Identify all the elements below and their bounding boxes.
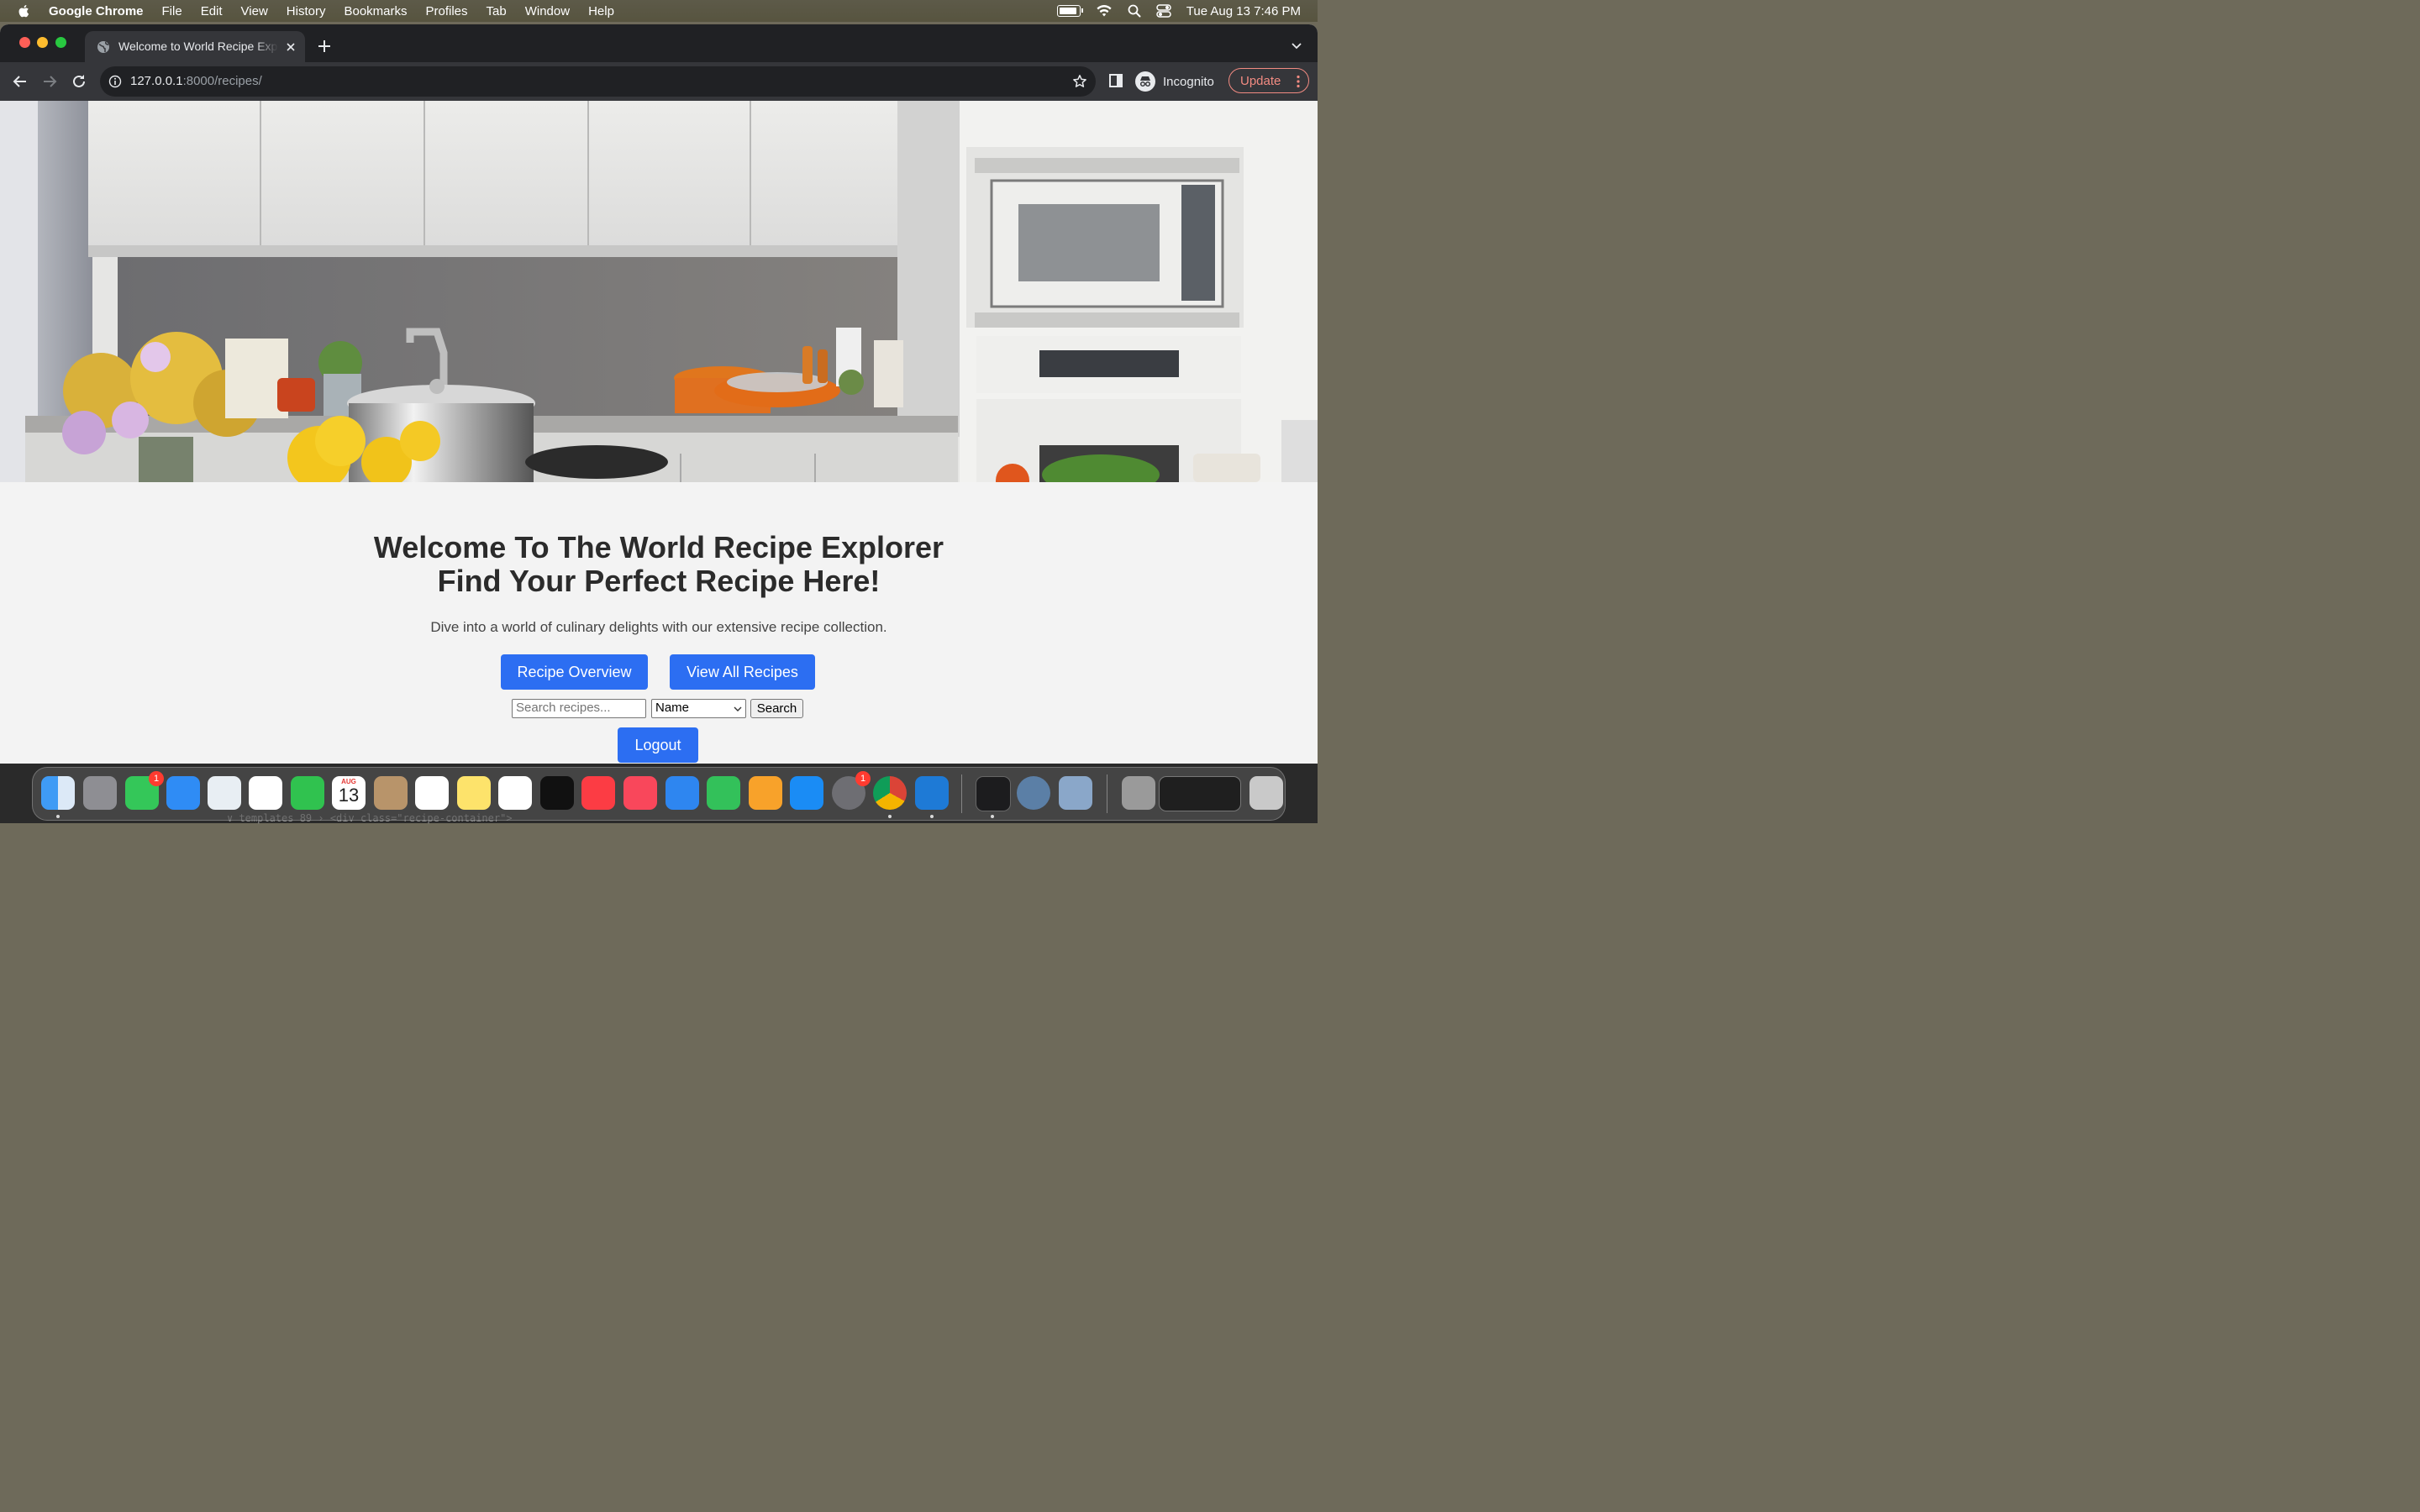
incognito-icon [1135,71,1155,92]
logout-button[interactable]: Logout [618,727,698,763]
tab-title: Welcome to World Recipe Explorer [118,39,278,53]
page-heading: Welcome To The World Recipe Explorer Fin… [0,531,1318,598]
menu-profiles[interactable]: Profiles [426,4,468,18]
menu-bookmarks[interactable]: Bookmarks [344,4,407,18]
incognito-label: Incognito [1163,74,1214,89]
numbers-icon[interactable] [707,776,740,810]
more-options-icon[interactable] [1297,75,1300,88]
finder-icon[interactable] [41,776,75,810]
calendar-day: 13 [338,785,360,806]
heading-line-1: Welcome To The World Recipe Explorer [373,530,944,564]
menu-file[interactable]: File [162,4,182,18]
browser-tab-active[interactable]: Welcome to World Recipe Explorer [85,31,305,62]
menu-window[interactable]: Window [525,4,570,18]
terminal-icon[interactable] [976,776,1011,811]
settings-badge: 1 [855,771,871,786]
keynote-icon[interactable] [666,776,699,810]
menu-view[interactable]: View [241,4,268,18]
back-arrow-icon[interactable] [12,73,29,90]
kitchen-hero-image [0,101,1318,482]
site-info-icon[interactable] [108,75,122,88]
chrome-window: Welcome to World Recipe Explorer [0,24,1318,764]
update-label: Update [1240,73,1281,88]
forward-arrow-icon[interactable] [41,73,58,90]
window-zoom-button[interactable] [55,37,66,48]
preview-icon[interactable] [1059,776,1092,810]
pages-icon[interactable] [749,776,782,810]
quicktime-icon[interactable] [1017,776,1050,810]
macos-dock: 1 AUG 13 1 [32,767,1286,821]
menu-edit[interactable]: Edit [201,4,223,18]
status-area: Tue Aug 13 7:46 PM [1056,0,1301,22]
notes-icon[interactable] [457,776,491,810]
chrome-icon[interactable] [873,776,907,810]
window-close-button[interactable] [19,37,30,48]
messages-icon[interactable]: 1 [125,771,164,810]
recipe-overview-button[interactable]: Recipe Overview [501,654,648,690]
photos-icon[interactable] [249,776,282,810]
menu-app-name[interactable]: Google Chrome [49,4,144,18]
running-indicator [991,815,994,818]
bookmark-star-icon[interactable] [1072,74,1087,89]
app-store-icon[interactable] [790,776,823,810]
globe-icon [97,41,109,53]
window-minimize-button[interactable] [37,37,48,48]
chevron-down-icon[interactable] [1291,39,1302,51]
search-field-select[interactable]: Name [651,699,746,718]
dock-separator [961,774,962,813]
address-bar[interactable]: 127.0.0.1:8000/recipes/ [100,66,1096,97]
system-settings-icon[interactable]: 1 [832,771,871,810]
apple-tv-icon[interactable] [540,776,574,810]
reload-icon[interactable] [71,73,87,90]
vscode-icon[interactable] [915,776,949,810]
trash-icon[interactable] [1249,776,1283,810]
search-input[interactable]: Search recipes... [512,699,646,718]
running-indicator [930,815,934,818]
new-tab-icon[interactable] [316,38,333,55]
url-host: 127.0.0.1 [130,74,183,88]
launchpad-icon[interactable] [83,776,117,810]
news-icon[interactable] [623,776,657,810]
menu-help[interactable]: Help [588,4,614,18]
view-all-recipes-button[interactable]: View All Recipes [670,654,815,690]
calendar-icon[interactable]: AUG 13 [332,776,366,810]
intro-text: Dive into a world of culinary delights w… [430,619,887,635]
maps-icon[interactable] [208,776,241,810]
minimized-window-thumbnail[interactable] [1159,776,1241,811]
chevron-down-icon [734,706,742,711]
mail-icon[interactable] [166,776,200,810]
running-indicator [888,815,892,818]
battery-icon[interactable] [1056,5,1083,17]
reminders-icon[interactable] [415,776,449,810]
messages-badge: 1 [149,771,164,786]
music-icon[interactable] [581,776,615,810]
search-button[interactable]: Search [750,699,803,718]
browser-toolbar: 127.0.0.1:8000/recipes/ Incognito Update [0,62,1318,101]
menu-tab[interactable]: Tab [487,4,507,18]
update-button[interactable]: Update [1228,68,1309,93]
close-tab-icon[interactable] [285,41,297,53]
side-panel-icon[interactable] [1108,73,1123,88]
apple-logo-icon[interactable] [17,3,32,18]
running-indicator [56,815,60,818]
facetime-icon[interactable] [291,776,324,810]
spotlight-search-icon[interactable] [1128,4,1141,18]
tab-strip: Welcome to World Recipe Explorer [0,24,1318,62]
downloads-stack-icon[interactable] [1122,776,1155,810]
macos-menu-bar: Google Chrome File Edit View History Boo… [0,0,1318,22]
heading-line-2: Find Your Perfect Recipe Here! [437,564,881,598]
web-page: Welcome To The World Recipe Explorer Fin… [0,101,1318,764]
control-center-icon[interactable] [1156,4,1171,18]
url-text[interactable]: 127.0.0.1:8000/recipes/ [130,74,262,88]
incognito-indicator[interactable]: Incognito [1135,69,1214,94]
contacts-icon[interactable] [374,776,408,810]
url-path: :8000/recipes/ [182,74,262,88]
freeform-icon[interactable] [498,776,532,810]
menu-history[interactable]: History [287,4,326,18]
search-field-selected: Name [655,701,690,715]
wifi-icon[interactable] [1096,4,1113,18]
menubar-clock[interactable]: Tue Aug 13 7:46 PM [1186,4,1301,18]
